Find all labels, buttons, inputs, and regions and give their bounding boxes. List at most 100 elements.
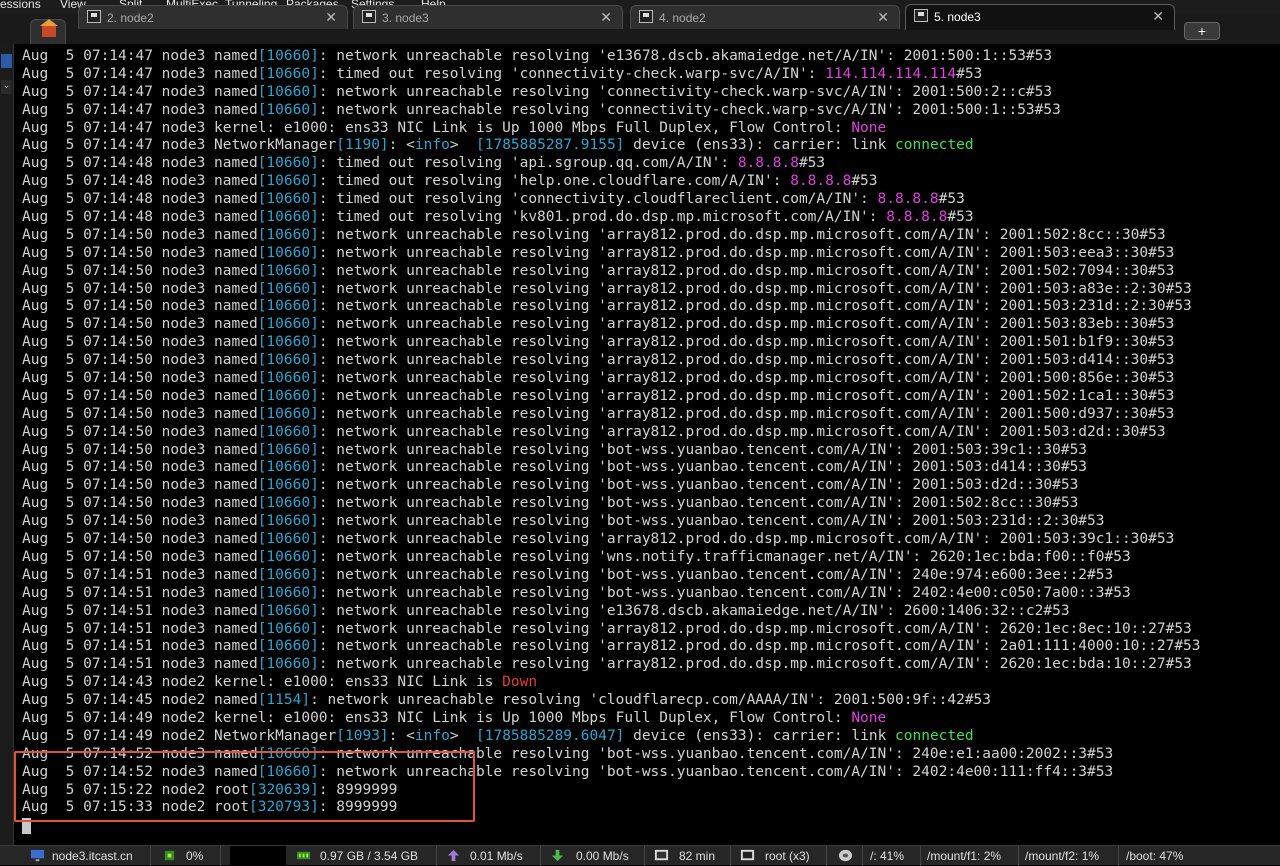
log-line: Aug 5 07:14:48 node3 named[10660]: timed…: [22, 191, 1280, 209]
log-segment: : network unreachable resolving 'array81…: [318, 370, 1175, 387]
log-segment: [10660]: [257, 191, 319, 208]
highlight-annotation-box: [14, 751, 475, 822]
log-segment: [10660]: [257, 226, 319, 243]
status-download: 0.00 Mb/s: [576, 849, 629, 863]
user-icon: [740, 849, 755, 861]
log-line: Aug 5 07:14:50 node3 named[10660]: netwo…: [22, 316, 1280, 334]
log-segment: : network unreachable resolving 'array81…: [318, 387, 1175, 404]
tab-node3-5[interactable]: 5. node3 ✕: [905, 4, 1175, 30]
status-bar: node3.itcast.cn 0% 0.97 GB / 3.54 GB 0.0…: [0, 845, 1280, 866]
log-segment: [10660]: [257, 298, 319, 315]
log-segment: Aug 5 07:14:51 node3 named: [22, 602, 258, 619]
log-segment: : network unreachable resolving 'e13678.…: [318, 48, 1053, 64]
monitor-icon: [30, 849, 45, 862]
log-line: Aug 5 07:14:51 node3 named[10660]: netwo…: [22, 638, 1280, 656]
log-segment: : timed out resolving 'connectivity.clou…: [318, 191, 878, 208]
log-line: Aug 5 07:14:50 node3 named[10660]: netwo…: [22, 459, 1280, 477]
log-segment: : network unreachable resolving 'bot-wss…: [318, 584, 1131, 601]
log-line: Aug 5 07:14:47 node3 named[10660]: timed…: [22, 66, 1280, 84]
log-segment: : network unreachable resolving 'array81…: [318, 298, 1192, 315]
log-line: Aug 5 07:14:50 node3 named[10660]: netwo…: [22, 263, 1280, 281]
log-line: Aug 5 07:14:50 node3 named[10660]: netwo…: [22, 370, 1280, 388]
download-icon: [551, 849, 564, 862]
log-line: Aug 5 07:14:43 node2 kernel: e1000: ens3…: [22, 674, 1280, 692]
log-segment: 8.8.8.8: [790, 173, 852, 190]
log-segment: Aug 5 07:14:50 node3 named: [22, 334, 258, 351]
log-segment: [1154]: [257, 692, 311, 709]
log-segment: Aug 5 07:14:50 node3 named: [22, 244, 258, 261]
log-segment: [10660]: [257, 423, 319, 440]
log-segment: 8.8.8.8: [877, 191, 939, 208]
log-segment: Aug 5 07:14:43 node2 kernel: e1000: ens3…: [22, 674, 503, 691]
log-segment: None: [851, 709, 887, 726]
log-segment: : network unreachable resolving 'array81…: [318, 244, 1175, 261]
status-cpu: 0%: [186, 849, 204, 863]
log-line: Aug 5 07:14:45 node2 named[1154]: networ…: [22, 692, 1280, 710]
log-segment: device (ens33): carrier: link: [624, 137, 896, 154]
log-line: Aug 5 07:14:51 node3 named[10660]: netwo…: [22, 656, 1280, 674]
log-segment: Aug 5 07:14:51 node3 named: [22, 638, 258, 655]
log-segment: : timed out resolving 'kv801.prod.do.dsp…: [318, 209, 887, 226]
log-segment: [10660]: [257, 584, 319, 601]
log-segment: [10660]: [257, 459, 319, 476]
terminal-output[interactable]: Aug 5 07:14:47 node3 named[10660]: netwo…: [22, 48, 1280, 838]
log-segment: 8.8.8.8: [886, 209, 948, 226]
log-segment: [10660]: [257, 155, 319, 172]
close-icon[interactable]: ✕: [600, 9, 612, 26]
log-line: Aug 5 07:14:47 node3 kernel: e1000: ens3…: [22, 120, 1280, 138]
menu-sessions[interactable]: essions: [0, 0, 41, 11]
log-segment: [1785885289.6047]: [476, 727, 625, 744]
chevron-down-icon[interactable]: ⌄: [1, 80, 12, 94]
log-segment: : network unreachable resolving 'bot-wss…: [318, 459, 1088, 476]
log-segment: Aug 5 07:14:50 node3 named: [22, 513, 258, 530]
log-segment: : timed out resolving 'help.one.cloudfla…: [318, 173, 791, 190]
log-segment: Aug 5 07:14:47 node3 named: [22, 48, 258, 64]
status-users: root (x3): [765, 849, 810, 863]
cpu-icon: [164, 850, 175, 861]
log-segment: Aug 5 07:14:48 node3 named: [22, 173, 258, 190]
log-segment: [10660]: [257, 352, 319, 369]
log-segment: Aug 5 07:14:50 node3 named: [22, 298, 258, 315]
log-segment: : network unreachable resolving 'array81…: [318, 620, 1192, 637]
log-segment: [1190]: [336, 137, 389, 154]
close-icon[interactable]: ✕: [325, 9, 337, 26]
sessions-toggle[interactable]: [1, 54, 12, 68]
log-line: Aug 5 07:14:50 node3 named[10660]: netwo…: [22, 442, 1280, 460]
log-segment: : network unreachable resolving 'array81…: [318, 423, 1166, 440]
log-line: Aug 5 07:14:47 node3 named[10660]: netwo…: [22, 48, 1280, 66]
log-segment: Aug 5 07:14:51 node3 named: [22, 620, 258, 637]
tab-node2-2[interactable]: 2. node2 ✕: [78, 5, 348, 29]
tab-node3-3[interactable]: 3. node3 ✕: [353, 5, 623, 29]
log-segment: Aug 5 07:14:50 node3 named: [22, 352, 258, 369]
log-segment: : network unreachable resolving 'bot-wss…: [318, 566, 1114, 583]
home-tab[interactable]: [30, 19, 66, 44]
log-segment: Aug 5 07:14:47 node3 kernel: e1000: ens3…: [22, 119, 852, 136]
log-segment: : network unreachable resolving 'array81…: [318, 334, 1175, 351]
log-segment: [10660]: [257, 209, 319, 226]
log-line: Aug 5 07:14:50 node3 named[10660]: netwo…: [22, 531, 1280, 549]
log-segment: connected: [895, 727, 974, 744]
home-icon: [40, 19, 58, 37]
close-icon[interactable]: ✕: [877, 9, 889, 26]
log-segment: [10660]: [257, 513, 319, 530]
log-line: Aug 5 07:14:48 node3 named[10660]: timed…: [22, 155, 1280, 173]
log-segment: [10660]: [257, 477, 319, 494]
close-icon[interactable]: ✕: [1152, 8, 1164, 25]
log-segment: [10660]: [257, 566, 319, 583]
log-segment: [10660]: [257, 244, 319, 261]
tab-label: 3. node3: [382, 11, 429, 25]
log-line: Aug 5 07:14:49 node2 kernel: e1000: ens3…: [22, 710, 1280, 728]
new-tab-button[interactable]: +: [1184, 22, 1220, 40]
cpu-graph: [230, 846, 286, 866]
log-line: Aug 5 07:14:48 node3 named[10660]: timed…: [22, 209, 1280, 227]
terminal-icon: [914, 9, 928, 22]
log-segment: : network unreachable resolving 'wns.not…: [318, 548, 1131, 565]
status-host: node3.itcast.cn: [52, 849, 133, 863]
tab-node2-4[interactable]: 4. node2 ✕: [630, 5, 900, 29]
log-line: Aug 5 07:14:49 node2 NetworkManager[1093…: [22, 728, 1280, 746]
log-segment: #53: [798, 155, 826, 172]
log-segment: [10660]: [257, 548, 319, 565]
status-upload: 0.01 Mb/s: [470, 849, 523, 863]
log-segment: [10660]: [257, 441, 319, 458]
log-segment: Aug 5 07:14:49 node2 NetworkManager: [22, 727, 337, 744]
